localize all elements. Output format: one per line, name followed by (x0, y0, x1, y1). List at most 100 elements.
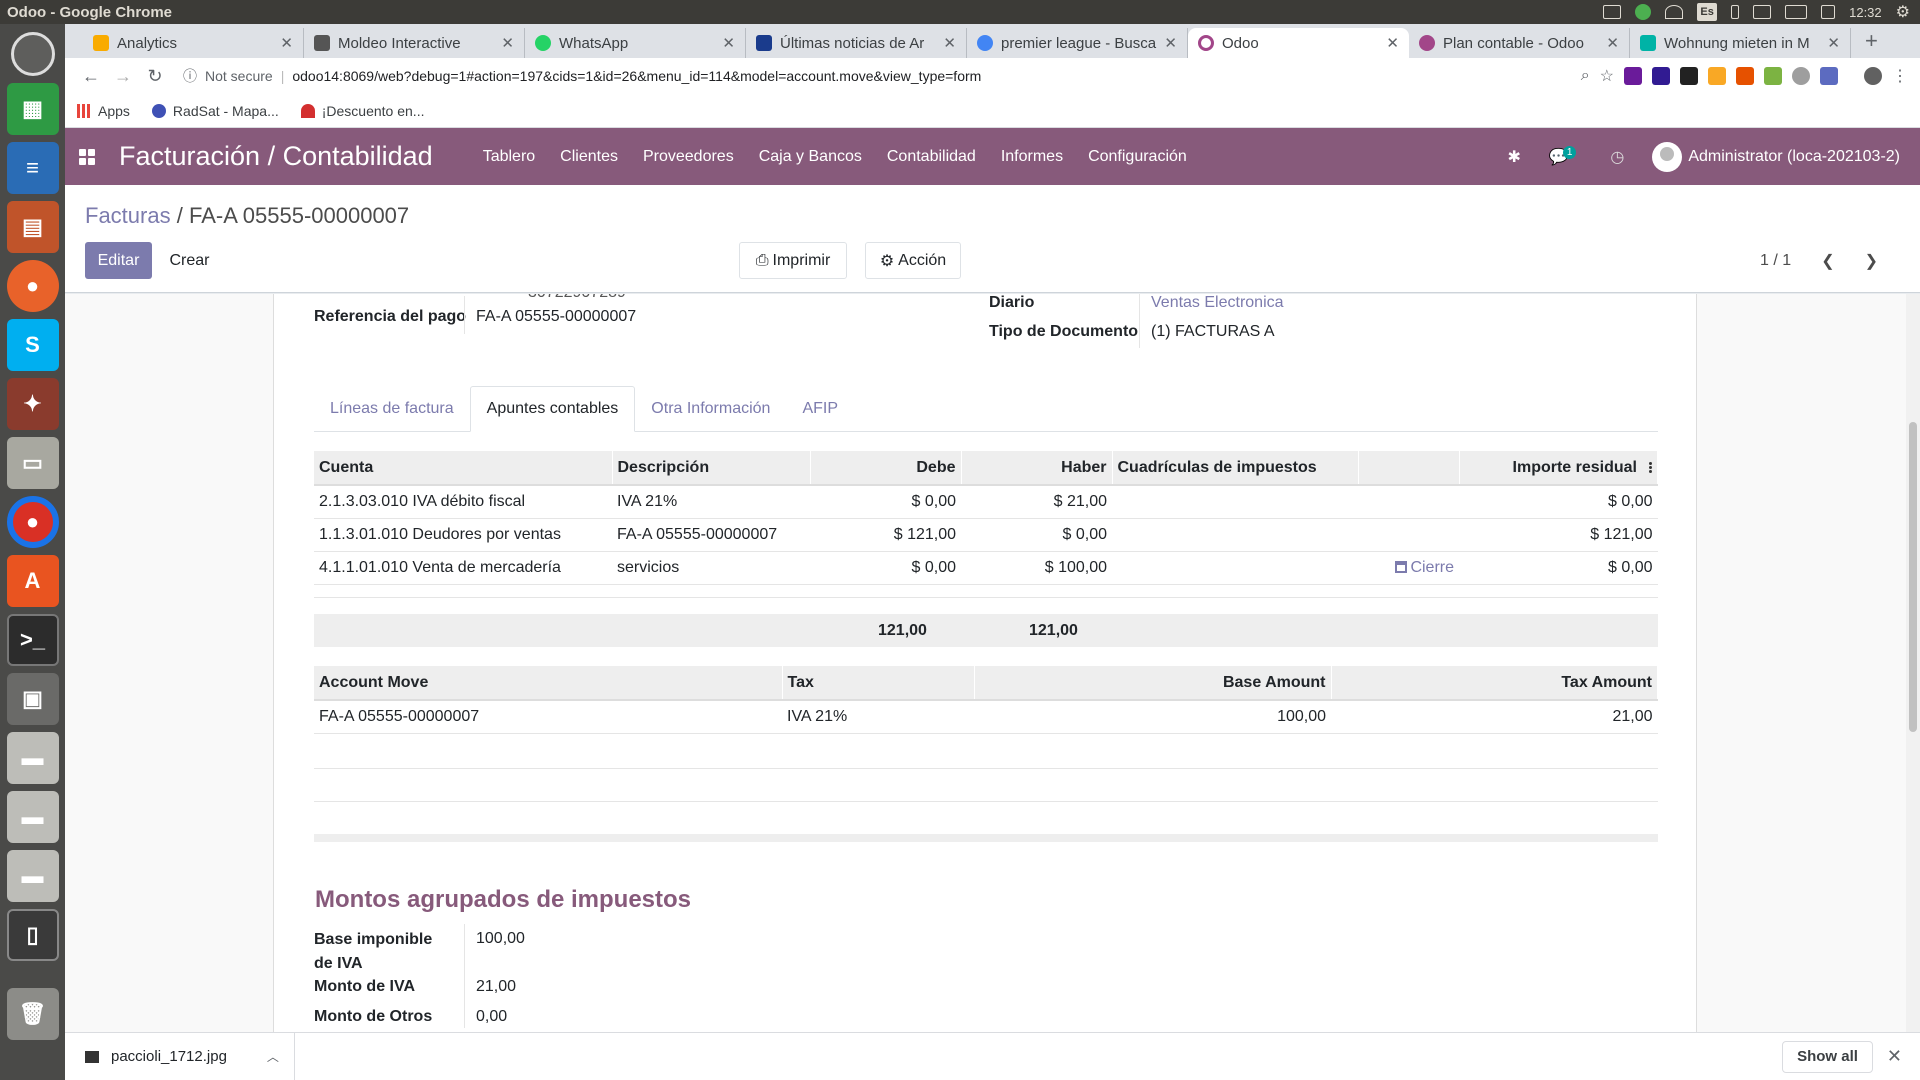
column-header-base-amount[interactable]: Base Amount (974, 666, 1332, 701)
clock[interactable]: 12:32 (1849, 5, 1882, 20)
print-button[interactable]: ⎙ Imprimir (739, 242, 847, 279)
table-row[interactable]: 1.1.3.01.010 Deudores por ventas FA-A 05… (314, 518, 1658, 552)
download-item[interactable]: paccioli_1712.jpg ︿ (65, 1032, 295, 1080)
reconcile-button[interactable]: Cierre (1358, 551, 1459, 585)
breadcrumb-facturas[interactable]: Facturas (85, 203, 171, 228)
url-text[interactable]: odoo14:8069/web?debug=1#action=197&cids=… (292, 68, 981, 84)
chrome-menu-icon[interactable]: ⋮ (1892, 66, 1908, 86)
extension-icon[interactable] (1736, 67, 1754, 85)
column-header-tax-grids[interactable]: Cuadrículas de impuestos (1112, 451, 1359, 486)
create-button[interactable]: Crear (157, 242, 222, 279)
omnibox[interactable]: ⓘ Not secure | odoo14:8069/web?debug=1#a… (183, 66, 1581, 86)
display-icon[interactable] (1603, 5, 1622, 19)
menu-item-tablero[interactable]: Tablero (483, 148, 535, 166)
browser-tab[interactable]: premier league - Busca ✕ (967, 28, 1188, 58)
zoom-icon[interactable]: ⌕ (1581, 67, 1590, 85)
battery-icon[interactable] (1785, 5, 1808, 19)
keyboard-layout-icon[interactable]: Es (1697, 3, 1718, 21)
menu-item-proveedores[interactable]: Proveedores (643, 148, 734, 166)
edit-button[interactable]: Editar (85, 242, 152, 279)
bookmark-star-icon[interactable]: ☆ (1600, 66, 1614, 86)
app-switcher-icon[interactable] (79, 148, 95, 165)
extension-icon[interactable] (1680, 67, 1698, 85)
impress-app-icon[interactable]: ▤ (6, 201, 59, 253)
writer-app-icon[interactable]: ≡ (6, 142, 59, 194)
close-icon[interactable]: ✕ (280, 34, 293, 52)
debug-bug-icon[interactable]: ✱ (1507, 147, 1520, 167)
chrome-icon[interactable]: ● (6, 496, 59, 548)
menu-item-informes[interactable]: Informes (1001, 148, 1063, 166)
tab-journal-items[interactable]: Apuntes contables (469, 386, 636, 432)
extension-icon[interactable] (1792, 67, 1810, 85)
menu-item-configuracion[interactable]: Configuración (1088, 148, 1187, 166)
column-header-tax[interactable]: Tax (782, 666, 975, 701)
journal-value[interactable]: Ventas Electronica (1151, 294, 1284, 312)
chevron-up-icon[interactable]: ︿ (267, 1048, 279, 1065)
mail-icon[interactable] (1753, 5, 1772, 19)
table-row[interactable]: 2.1.3.03.010 IVA débito fiscal IVA 21% $… (314, 485, 1658, 519)
browser-tab[interactable]: Plan contable - Odoo ✕ (1409, 28, 1630, 58)
drive-icon[interactable]: ▬ (6, 791, 59, 843)
drive-icon[interactable]: ▬ (6, 850, 59, 902)
activity-clock-icon[interactable]: ◷ (1610, 147, 1624, 167)
software-center-icon[interactable]: A (6, 555, 59, 607)
close-icon[interactable]: ✕ (722, 34, 735, 52)
extension-icon[interactable] (1820, 67, 1838, 85)
volume-icon[interactable] (1821, 5, 1836, 19)
column-header-residual[interactable]: Importe residual (1459, 451, 1658, 486)
table-row[interactable]: FA-A 05555-00000007 IVA 21% 100,00 21,00 (314, 700, 1658, 734)
menu-item-caja-bancos[interactable]: Caja y Bancos (759, 148, 862, 166)
info-icon[interactable]: ⓘ (183, 66, 197, 86)
table-row[interactable]: 4.1.1.01.010 Venta de mercadería servici… (314, 551, 1658, 585)
profile-avatar-icon[interactable] (1864, 67, 1882, 85)
trash-icon[interactable]: 🗑 (6, 988, 59, 1040)
phone-device-icon[interactable]: ▯ (6, 909, 59, 961)
show-all-button[interactable]: Show all (1782, 1040, 1873, 1073)
extension-icon[interactable] (1652, 67, 1670, 85)
extension-icon[interactable] (1764, 67, 1782, 85)
new-tab-button[interactable]: + (1851, 28, 1892, 58)
browser-tab-active[interactable]: Odoo ✕ (1188, 28, 1409, 58)
pager-value[interactable]: 1 / 1 (1760, 252, 1791, 270)
back-arrow-icon[interactable]: ← (75, 66, 107, 87)
wifi-icon[interactable] (1665, 5, 1684, 19)
browser-tab[interactable]: Wohnung mieten in M ✕ (1630, 28, 1851, 58)
extension-icon[interactable] (1624, 67, 1642, 85)
user-menu[interactable]: Administrator (loca-202103-2) (1652, 141, 1900, 172)
skype-icon[interactable]: S (6, 319, 59, 371)
column-header-credit[interactable]: Haber (961, 451, 1113, 486)
file-manager-icon[interactable]: ▭ (6, 437, 59, 489)
page-scrollbar[interactable] (1906, 294, 1920, 1032)
close-icon[interactable]: ✕ (1164, 34, 1177, 52)
close-icon[interactable]: ✕ (1887, 1046, 1902, 1067)
chevron-left-icon[interactable]: ❮ (1821, 251, 1834, 271)
bluetooth-icon[interactable] (1731, 5, 1740, 19)
bookmark-descuento[interactable]: ¡Descuento en... (300, 103, 424, 119)
update-check-icon[interactable] (1635, 4, 1652, 20)
close-icon[interactable]: ✕ (501, 34, 514, 52)
tab-afip[interactable]: AFIP (786, 386, 854, 432)
close-icon[interactable]: ✕ (943, 34, 956, 52)
chevron-right-icon[interactable]: ❯ (1865, 251, 1878, 271)
column-header-account[interactable]: Cuenta (314, 451, 613, 486)
extension-icon[interactable] (1708, 67, 1726, 85)
browser-tab[interactable]: WhatsApp ✕ (525, 28, 746, 58)
browser-tab[interactable]: Últimas noticias de Ar ✕ (746, 28, 967, 58)
column-header-description[interactable]: Descripción (612, 451, 811, 486)
drive-icon[interactable]: ▬ (6, 732, 59, 784)
terminal-icon[interactable]: >_ (6, 614, 59, 666)
browser-tab[interactable]: Analytics ✕ (83, 28, 304, 58)
messages-icon[interactable]: 💬1 (1549, 145, 1582, 167)
menu-item-clientes[interactable]: Clientes (560, 148, 618, 166)
reload-icon[interactable]: ↻ (139, 66, 171, 87)
firefox-icon[interactable]: ● (6, 260, 59, 312)
column-header-tax-amount[interactable]: Tax Amount (1331, 666, 1658, 701)
close-icon[interactable]: ✕ (1386, 34, 1399, 52)
action-button[interactable]: ⚙ Acción (865, 242, 961, 279)
bookmark-apps[interactable]: Apps (77, 103, 130, 119)
app-brand[interactable]: Facturación / Contabilidad (119, 141, 433, 172)
tab-other-info[interactable]: Otra Información (635, 386, 786, 432)
workspace-switcher-icon[interactable]: ▣ (6, 673, 59, 725)
ubuntu-dash-icon[interactable] (10, 32, 55, 76)
bookmark-radsat[interactable]: RadSat - Mapa... (151, 103, 279, 119)
